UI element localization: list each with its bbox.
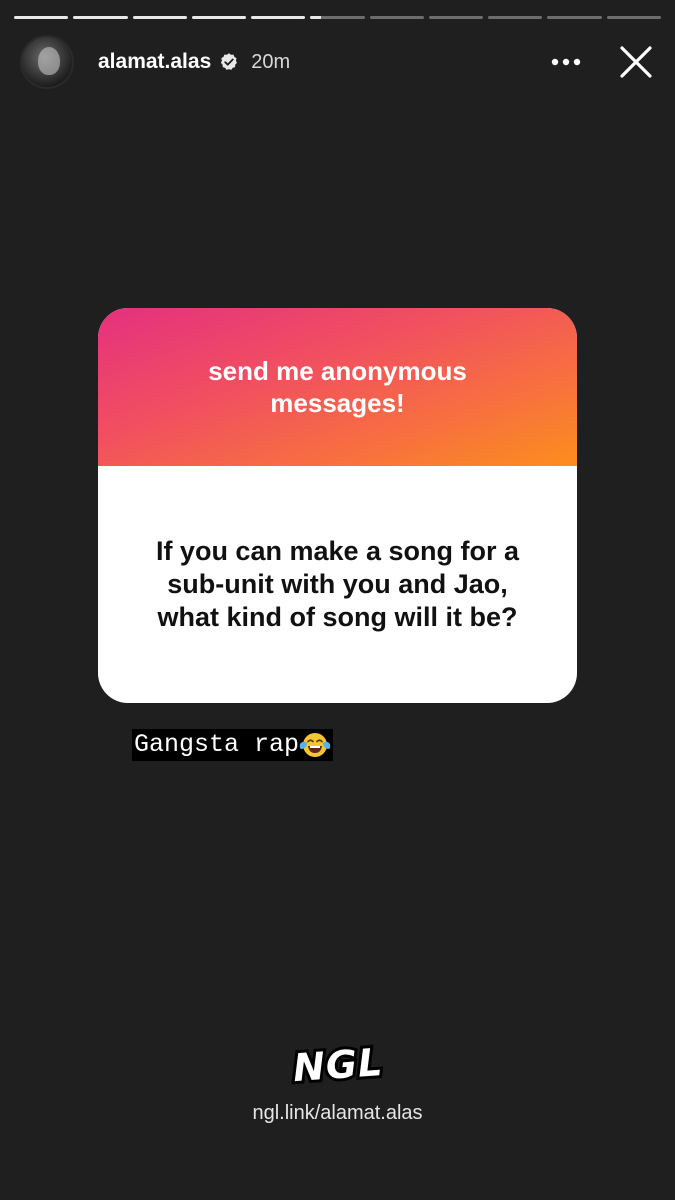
progress-segment: [14, 16, 69, 19]
question-sticker-title: send me anonymous messages!: [208, 356, 467, 418]
question-sticker[interactable]: send me anonymous messages! If you can m…: [98, 308, 577, 703]
more-options-button[interactable]: [541, 37, 591, 87]
progress-segment: [428, 16, 484, 19]
question-sticker-body: If you can make a song for a sub-unit wi…: [98, 466, 577, 703]
progress-segment-fill: [310, 16, 322, 19]
profile-avatar[interactable]: [20, 35, 74, 89]
progress-segment-fill: [191, 16, 247, 19]
ngl-link[interactable]: ngl.link/alamat.alas: [0, 1102, 675, 1125]
story-viewer[interactable]: alamat.alas 20m send me anonymous messag…: [0, 0, 675, 1200]
progress-segment: [488, 16, 543, 19]
progress-segment-fill: [132, 16, 187, 19]
progress-segment-fill: [14, 16, 69, 19]
progress-segment: [191, 16, 247, 19]
progress-segment: [606, 16, 661, 19]
more-horizontal-icon: [551, 58, 581, 66]
reply-text: Gangsta rap: [134, 730, 300, 759]
post-time: 20m: [251, 50, 291, 73]
progress-segment: [547, 16, 602, 19]
story-progress-bar: [14, 16, 661, 19]
close-button[interactable]: [611, 37, 661, 87]
progress-segment: [132, 16, 187, 19]
question-text: If you can make a song for a sub-unit wi…: [155, 536, 520, 632]
ngl-logo: NGL: [289, 1038, 388, 1090]
progress-segment-fill: [73, 16, 128, 19]
progress-segment: [310, 16, 365, 19]
username[interactable]: alamat.alas: [98, 50, 211, 74]
verified-badge-icon: [221, 53, 238, 70]
progress-segment: [369, 16, 424, 19]
reply-text-sticker: Gangsta rap: [132, 729, 334, 761]
question-sticker-header: send me anonymous messages!: [98, 308, 577, 466]
face-with-tears-of-joy-icon: [299, 733, 331, 757]
progress-segment: [251, 16, 306, 19]
story-header: alamat.alas 20m: [20, 34, 661, 90]
close-icon: [620, 46, 652, 78]
progress-segment: [73, 16, 128, 19]
svg-text:NGL: NGL: [292, 1040, 385, 1090]
progress-segment-fill: [251, 16, 306, 19]
